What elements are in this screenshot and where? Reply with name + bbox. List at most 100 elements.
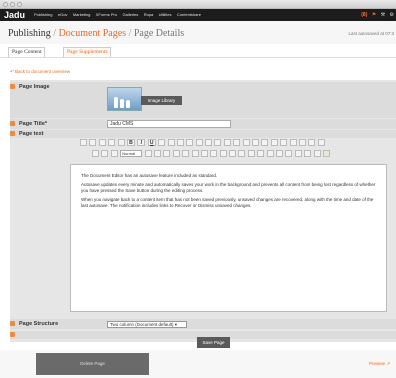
page-structure-row: Page Structure	[10, 319, 396, 329]
save-page-button[interactable]: Save Page	[197, 337, 230, 348]
module-menu: Publishing eGov Marketing XForms Pro Gal…	[34, 9, 205, 21]
media-icon[interactable]	[172, 150, 180, 157]
unlink-icon[interactable]	[261, 139, 269, 146]
image-library-button[interactable]: Image Library	[141, 96, 182, 105]
tab-page-supplements[interactable]: Page Supplements	[63, 47, 112, 57]
toolbar-row-2: Normal	[92, 150, 331, 159]
bold-icon[interactable]: B	[126, 139, 135, 146]
flag-icon[interactable]: ⚑	[372, 9, 376, 21]
nav-item-egov[interactable]: eGov	[58, 12, 68, 17]
table-icon[interactable]	[223, 139, 231, 146]
source-icon[interactable]	[80, 139, 87, 146]
section-marker-icon-3	[10, 131, 15, 136]
nav-tools: (8) ⚑ ⚒ ⚙	[358, 9, 394, 21]
page-title-label: Page Title*	[19, 121, 48, 127]
back-link[interactable]: ↶ Back to document overview	[10, 69, 70, 75]
nav-item-galleries[interactable]: Galleries	[123, 12, 139, 17]
nav-item-marketing[interactable]: Marketing	[73, 12, 91, 17]
background-color-icon[interactable]	[257, 150, 265, 157]
maximize-icon[interactable]	[308, 139, 316, 146]
italic-icon[interactable]: I	[137, 139, 146, 146]
align-left-icon[interactable]	[186, 139, 194, 146]
format-select[interactable]: Normal	[120, 150, 143, 157]
editor-toolbar: B I U Normal	[80, 139, 396, 161]
subscript-icon[interactable]	[144, 150, 152, 157]
gear-icon[interactable]: ⚙	[390, 9, 394, 21]
text-color-icon[interactable]	[247, 150, 255, 157]
zoom-window-button[interactable]	[17, 2, 22, 7]
notification-count[interactable]: (8)	[361, 9, 367, 21]
paste-icon[interactable]	[270, 139, 278, 146]
image-icon[interactable]	[214, 139, 222, 146]
remove-format-icon[interactable]	[200, 150, 208, 157]
select-all-icon[interactable]	[219, 150, 227, 157]
nav-item-xforms-pro[interactable]: XForms Pro	[96, 12, 117, 17]
textarea-icon[interactable]	[304, 150, 312, 157]
page-image-row: Page Image	[10, 82, 396, 118]
tab-page-content[interactable]: Page Content	[8, 47, 46, 57]
breadcrumb: Publishing / Document Pages / Page Detai…	[8, 28, 184, 39]
preview-link[interactable]: Preview ↗	[369, 361, 390, 367]
checkbox-icon[interactable]	[276, 150, 284, 157]
flash-icon[interactable]	[182, 150, 190, 157]
delete-page-button[interactable]: Delete Page	[36, 353, 149, 375]
special-char-icon[interactable]	[233, 139, 241, 146]
person-figure-icon	[114, 97, 118, 108]
nav-item-utilities[interactable]: Utilities	[159, 12, 172, 17]
copy-icon[interactable]	[98, 139, 106, 146]
person-figure-icon-2	[120, 99, 124, 108]
nav-item-rupa[interactable]: Rupa	[144, 12, 154, 17]
nav-item-publishing[interactable]: Publishing	[34, 12, 52, 17]
abbreviation-icon[interactable]	[322, 150, 330, 157]
indent-icon[interactable]	[92, 150, 99, 157]
radio-icon[interactable]	[285, 150, 293, 157]
textfield-icon[interactable]	[294, 150, 302, 157]
replace-icon[interactable]	[289, 139, 297, 146]
back-link-label: Back to document overview	[15, 69, 71, 74]
breadcrumb-parent[interactable]: Document Pages	[59, 28, 127, 39]
page-title: Page Details	[133, 28, 185, 39]
undo-icon[interactable]	[108, 139, 116, 146]
show-blocks-icon[interactable]	[210, 150, 218, 157]
section-marker-icon-2	[10, 121, 15, 126]
align-center-icon[interactable]	[195, 139, 203, 146]
link-icon[interactable]	[242, 139, 250, 146]
form-icon[interactable]	[266, 150, 274, 157]
horizontal-rule-icon[interactable]	[163, 150, 171, 157]
page-structure-label: Page Structure	[19, 321, 59, 327]
person-figure-icon-3	[126, 100, 130, 108]
template-icon[interactable]	[191, 150, 199, 157]
page-structure-select[interactable]: Two column (Document default) ▾	[107, 321, 187, 328]
superscript-icon[interactable]	[153, 150, 161, 157]
cut-icon[interactable]	[89, 139, 97, 146]
minimize-window-button[interactable]	[10, 2, 15, 7]
breadcrumb-separator-2: /	[128, 28, 132, 39]
align-right-icon[interactable]	[205, 139, 213, 146]
wrench-icon[interactable]: ⚒	[381, 9, 385, 21]
nav-item-contentshare[interactable]: Contentshare	[177, 12, 201, 17]
find-icon[interactable]	[280, 139, 288, 146]
anchor-icon[interactable]	[252, 139, 260, 146]
page-title-input[interactable]: Jadu CMS	[107, 120, 231, 128]
outdent-icon[interactable]	[101, 150, 109, 157]
blockquote-icon[interactable]	[110, 150, 118, 157]
page-image-thumbnail[interactable]	[107, 87, 142, 111]
brand-logo[interactable]: Jadu	[4, 9, 25, 21]
print-icon[interactable]	[229, 150, 237, 157]
breadcrumb-root[interactable]: Publishing	[8, 28, 51, 39]
breadcrumb-separator: /	[53, 28, 57, 39]
rich-text-editor[interactable]: The Document Editor has an autosave feat…	[70, 164, 387, 312]
select-icon[interactable]	[313, 150, 321, 157]
spellcheck-icon[interactable]	[298, 139, 306, 146]
page-image-label: Page Image	[19, 84, 50, 90]
bullet-list-icon[interactable]	[176, 139, 184, 146]
autosave-status: Last autosaved at 07:3	[348, 31, 394, 36]
close-window-button[interactable]	[3, 2, 8, 7]
help-icon[interactable]	[317, 139, 325, 146]
redo-icon[interactable]	[117, 139, 125, 146]
numbered-list-icon[interactable]	[167, 139, 175, 146]
editor-paragraph-2: Autosave updates every minute and automa…	[81, 182, 376, 193]
preview-icon[interactable]	[238, 150, 246, 157]
underline-icon[interactable]: U	[147, 139, 156, 146]
strikethrough-icon[interactable]	[158, 139, 166, 146]
